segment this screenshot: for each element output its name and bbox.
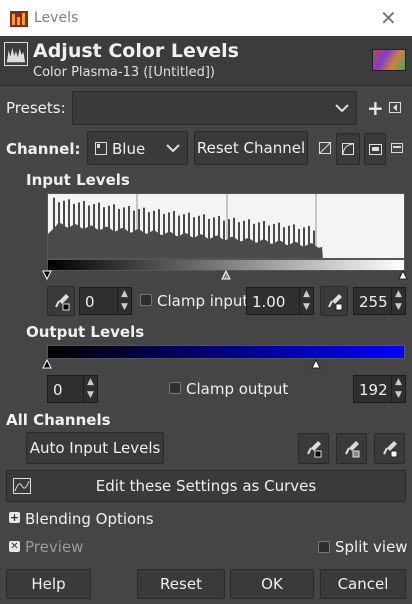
presets-menu-icon[interactable]: [389, 102, 401, 113]
clamp-input-checkbox[interactable]: [140, 294, 152, 306]
pick-black-point-button[interactable]: [47, 286, 75, 316]
clamp-input-label: Clamp input: [157, 292, 249, 310]
log-histogram-button[interactable]: [336, 133, 360, 165]
input-low-value: 0: [85, 293, 95, 311]
split-view-label: Split view: [335, 538, 408, 556]
reset-channel-button[interactable]: Reset Channel: [194, 131, 308, 165]
eyedropper-gray-icon: [345, 441, 360, 458]
spin-arrows[interactable]: ▲ ▼: [391, 288, 405, 314]
output-low-handle: [42, 359, 52, 369]
image-thumbnail: [372, 49, 406, 71]
all-white-point-button[interactable]: [374, 433, 405, 464]
split-view-checkbox[interactable]: [318, 541, 330, 553]
input-levels-heading: Input Levels: [26, 171, 130, 189]
levels-app-icon: [10, 11, 28, 27]
blending-options-expander[interactable]: + Blending Options: [6, 510, 176, 530]
channel-value: Blue: [112, 140, 146, 158]
histogram-view[interactable]: [47, 193, 405, 259]
input-low-handle: [42, 270, 52, 280]
log-histogram-icon: [342, 143, 354, 155]
output-high-spin[interactable]: 192 ▲ ▼: [353, 375, 406, 403]
help-button[interactable]: Help: [6, 569, 91, 599]
channel-label: Channel:: [6, 140, 81, 158]
channel-combo[interactable]: Blue: [87, 131, 188, 165]
output-gradient-bar: [47, 345, 405, 359]
all-black-point-button[interactable]: [298, 433, 329, 464]
chevron-down-icon: [166, 144, 180, 153]
blending-options-label: Blending Options: [25, 510, 154, 528]
input-low-spin[interactable]: 0 ▲ ▼: [79, 287, 132, 315]
preview-checkbox[interactable]: ✕: [9, 541, 20, 552]
chevron-down-icon: [335, 104, 349, 113]
spin-arrows[interactable]: ▲ ▼: [299, 288, 313, 314]
edit-as-curves-label: Edit these Settings as Curves: [95, 477, 317, 495]
eyedropper-black-icon: [55, 294, 70, 311]
input-high-spin[interactable]: 255 ▲ ▼: [353, 287, 406, 315]
presets-combo[interactable]: [72, 91, 357, 125]
dialog-subtitle: Color Plasma-13 ([Untitled]): [33, 65, 215, 80]
all-channels-heading: All Channels: [6, 411, 111, 429]
preview-label: Preview: [25, 538, 84, 556]
histogram-log-view-icon[interactable]: [391, 143, 403, 153]
input-high-handle: [398, 270, 408, 280]
input-slider[interactable]: [42, 270, 410, 280]
auto-input-levels-button[interactable]: Auto Input Levels: [26, 432, 164, 464]
spin-arrows[interactable]: ▲ ▼: [83, 376, 97, 402]
output-levels-heading: Output Levels: [26, 323, 145, 341]
expand-icon: +: [9, 511, 20, 524]
levels-dialog-icon: [4, 42, 28, 66]
output-high-handle: [311, 359, 321, 369]
clamp-output-label: Clamp output: [186, 380, 289, 398]
close-icon[interactable]: ✕: [380, 6, 397, 30]
output-slider[interactable]: [42, 359, 410, 369]
linear-histogram-icon: [369, 144, 382, 155]
eyedropper-black-icon: [307, 441, 322, 458]
output-low-spin[interactable]: 0 ▲ ▼: [47, 375, 98, 403]
input-high-value: 255: [359, 293, 388, 311]
cancel-button[interactable]: Cancel: [320, 569, 406, 599]
presets-label: Presets:: [6, 99, 66, 117]
linear-histogram-icon[interactable]: [319, 142, 331, 154]
dialog-title: Adjust Color Levels: [33, 40, 239, 62]
input-gamma-value: 1.00: [252, 293, 286, 311]
histogram-graph: [48, 194, 323, 258]
output-low-value: 0: [53, 381, 63, 399]
spin-arrows[interactable]: ▲ ▼: [117, 288, 131, 314]
spin-arrows[interactable]: ▲ ▼: [391, 376, 405, 402]
dialog-header: Adjust Color Levels Color Plasma-13 ([Un…: [0, 36, 412, 86]
edit-as-curves-button[interactable]: Edit these Settings as Curves: [6, 470, 406, 502]
histogram-linear-view-button[interactable]: [364, 133, 386, 165]
clamp-output-checkbox[interactable]: [169, 382, 181, 394]
ok-button[interactable]: OK: [230, 569, 314, 599]
window-titlebar: Levels ✕: [0, 0, 412, 36]
channel-icon: [95, 142, 107, 155]
output-high-value: 192: [359, 381, 388, 399]
eyedropper-white-icon: [383, 441, 398, 458]
pick-gray-point-button[interactable]: [320, 286, 348, 316]
eyedropper-gray-icon: [328, 294, 343, 311]
add-preset-icon[interactable]: +: [367, 96, 384, 120]
reset-button[interactable]: Reset: [137, 569, 225, 599]
all-gray-point-button[interactable]: [336, 433, 367, 464]
input-gamma-handle: [221, 270, 231, 280]
input-gamma-spin[interactable]: 1.00 ▲ ▼: [246, 287, 314, 315]
window-title: Levels: [34, 10, 79, 26]
